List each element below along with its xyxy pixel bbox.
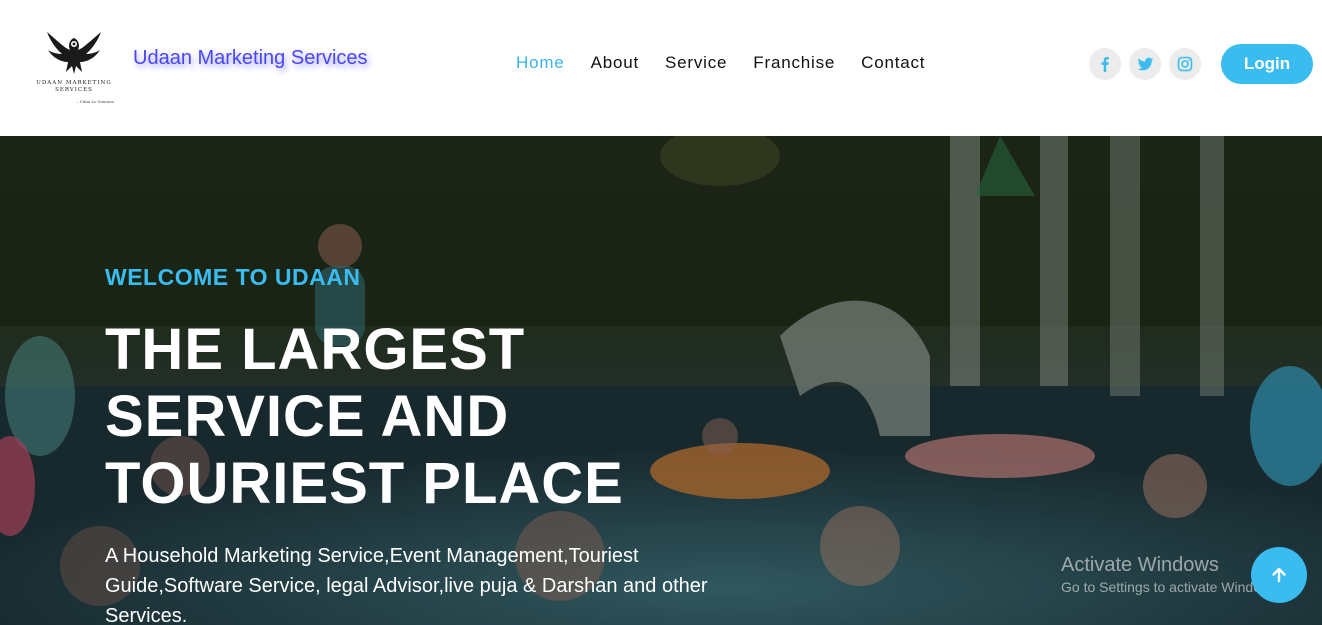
main-nav: Home About Service Franchise Contact <box>516 53 925 73</box>
nav-service[interactable]: Service <box>665 53 727 73</box>
twitter-icon <box>1137 57 1153 70</box>
login-button[interactable]: Login <box>1221 44 1313 84</box>
hero-description: A Household Marketing Service,Event Mana… <box>105 545 708 625</box>
site-logo[interactable]: UDAAN MARKETING SERVICES ...Udaa Le Samn… <box>28 28 120 112</box>
nav-contact[interactable]: Contact <box>861 53 925 73</box>
arrow-up-icon <box>1272 567 1286 583</box>
facebook-button[interactable] <box>1089 48 1121 80</box>
site-header: UDAAN MARKETING SERVICES ...Udaa Le Samn… <box>0 0 1322 136</box>
brand-name[interactable]: Udaan Marketing Services <box>133 47 368 70</box>
activate-windows-watermark: Activate Windows Go to Settings to activ… <box>1061 554 1282 595</box>
hero-section: WELCOME TO UDAAN THE LARGEST SERVICE AND… <box>0 136 1322 625</box>
social-links <box>1089 48 1201 80</box>
twitter-button[interactable] <box>1129 48 1161 80</box>
hero-headline: THE LARGEST SERVICE AND TOURIEST PLACE <box>105 317 624 516</box>
scroll-to-top-button[interactable] <box>1251 547 1307 603</box>
nav-franchise[interactable]: Franchise <box>753 53 835 73</box>
facebook-icon <box>1101 57 1109 72</box>
instagram-icon <box>1177 56 1193 72</box>
instagram-button[interactable] <box>1169 48 1201 80</box>
logo-tagline: ...Udaa Le Samnae <box>75 99 114 104</box>
activate-windows-title: Activate Windows <box>1061 554 1219 576</box>
hero-eyebrow: WELCOME TO UDAAN <box>105 264 361 290</box>
activate-windows-subtitle: Go to Settings to activate Windows. <box>1061 579 1282 595</box>
logo-wordmark: UDAAN MARKETING SERVICES <box>36 80 112 93</box>
nav-about[interactable]: About <box>591 53 639 73</box>
eagle-logo-icon <box>47 32 101 74</box>
nav-home[interactable]: Home <box>516 53 565 73</box>
